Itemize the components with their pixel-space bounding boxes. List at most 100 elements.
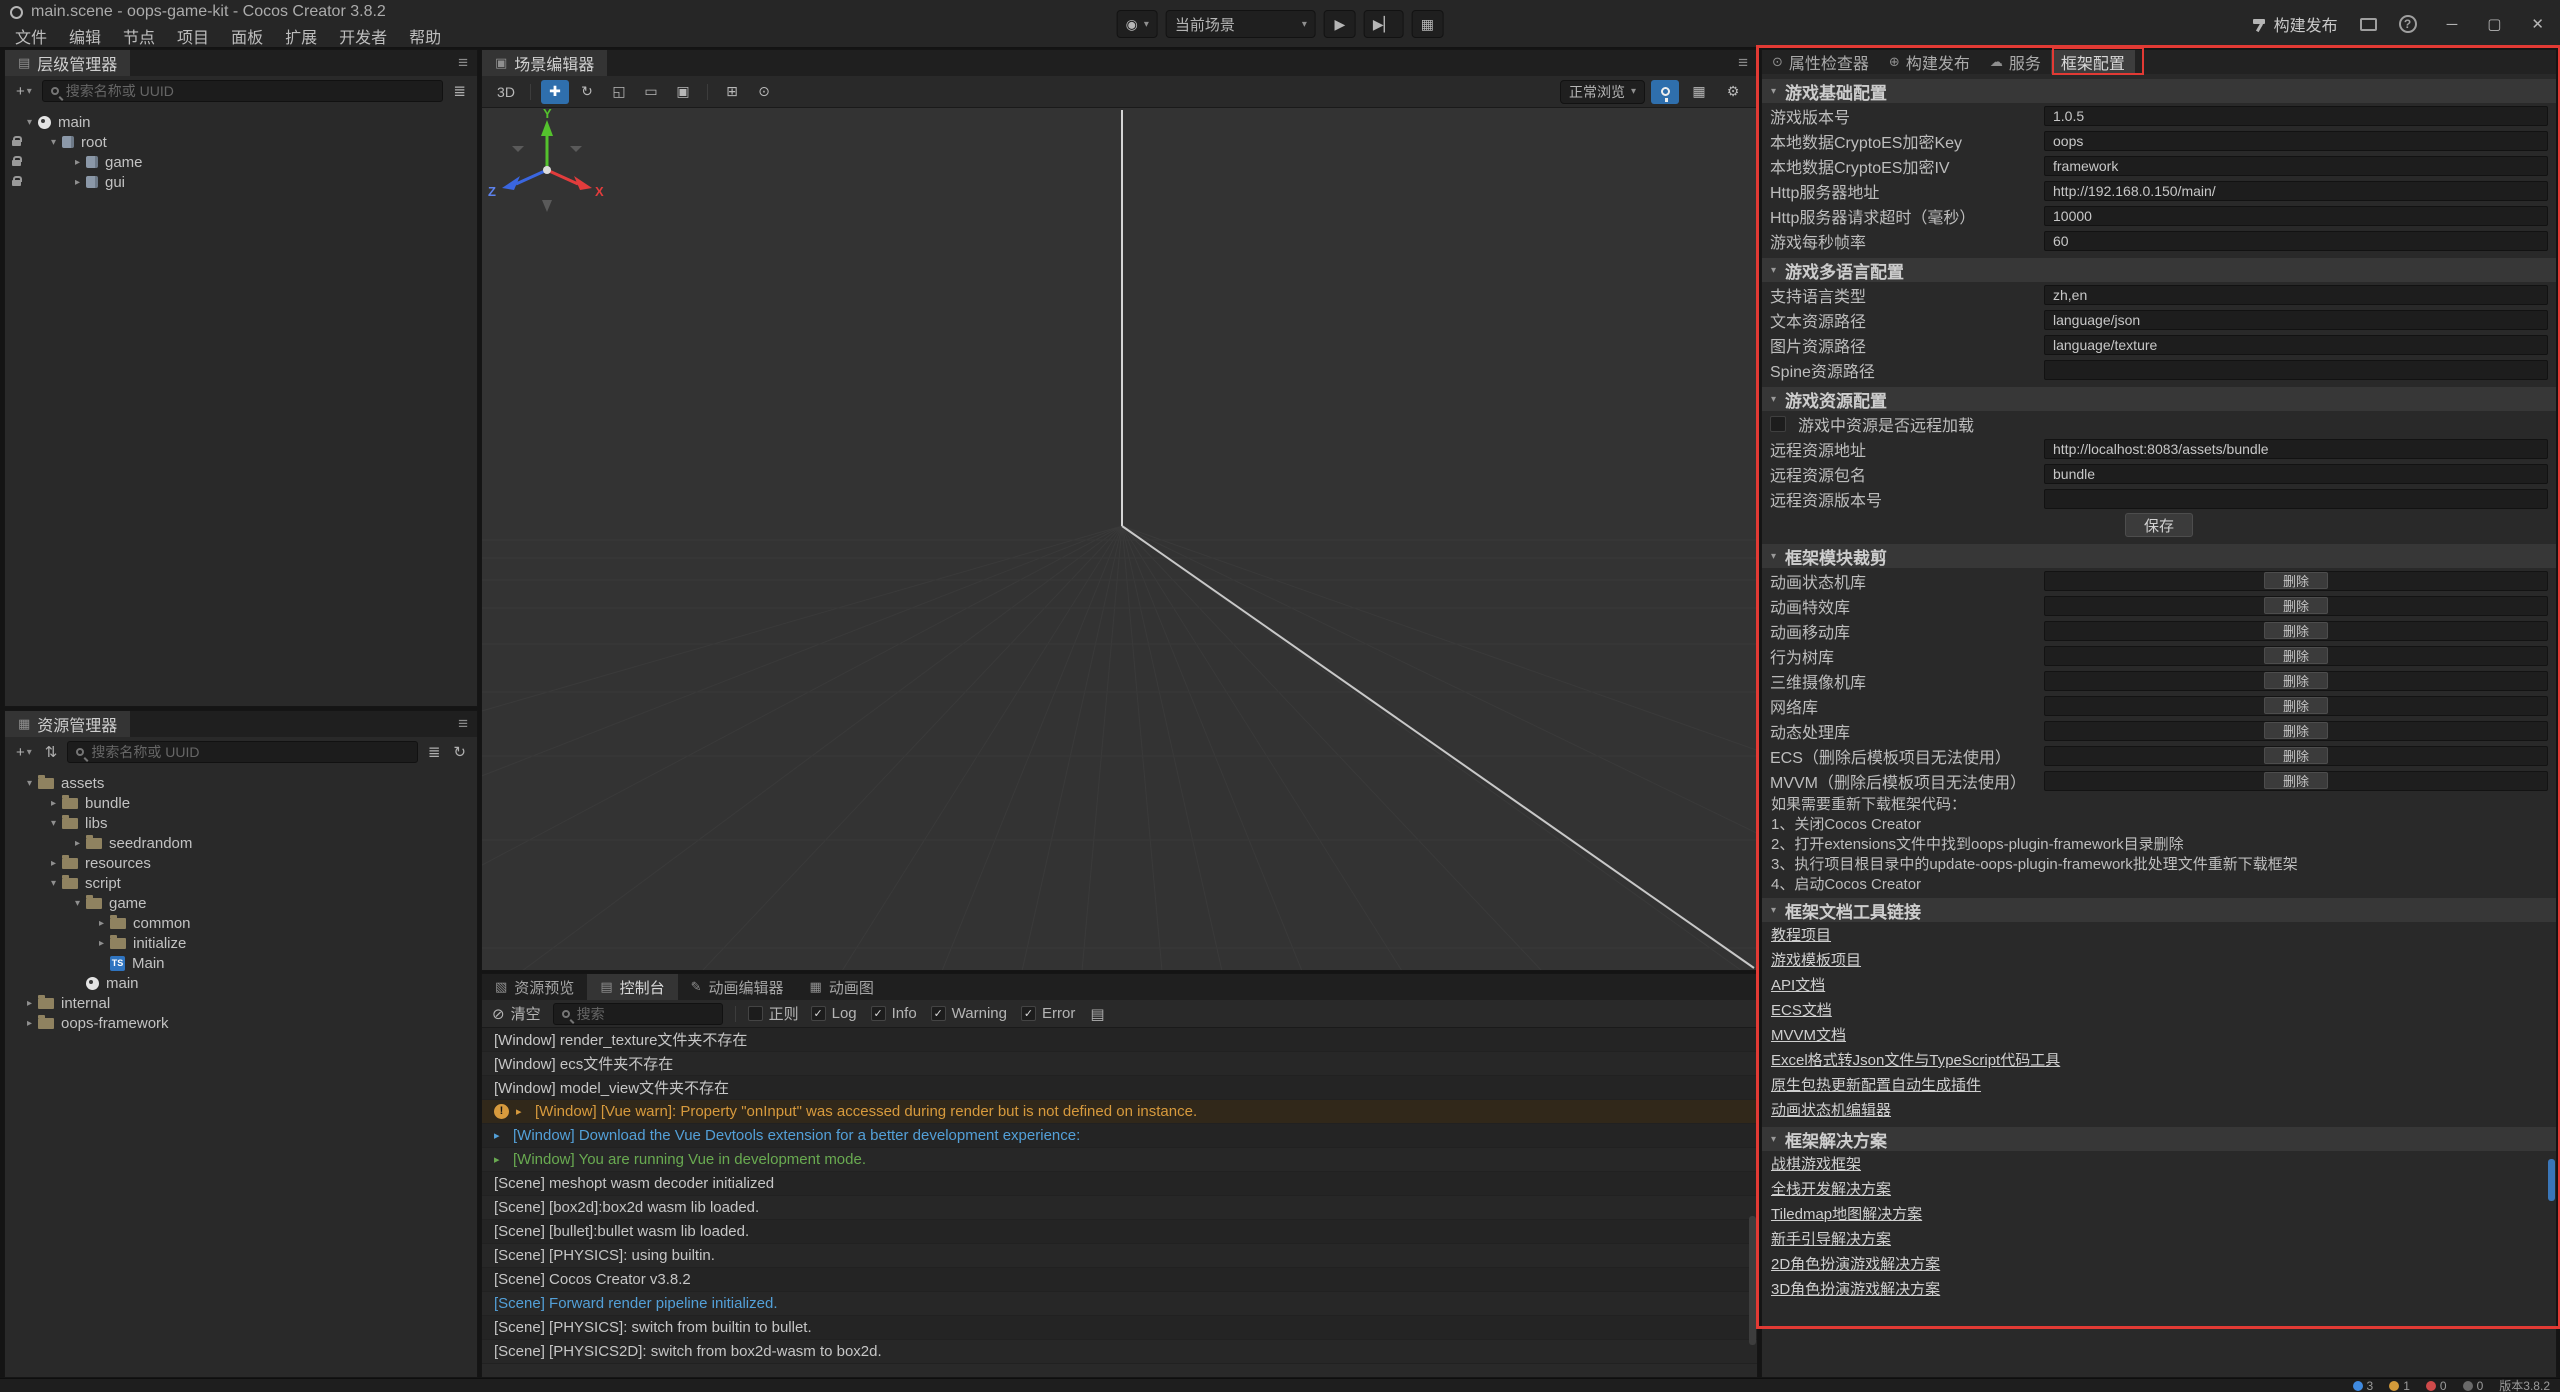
section-doc-links[interactable]: ▾ 框架文档工具链接: [1762, 898, 2556, 922]
expand-arrow-icon[interactable]: ▾: [21, 778, 38, 789]
transform-tool-button[interactable]: ▣: [669, 80, 697, 104]
solution-link[interactable]: 3D角色扮演游戏解决方案: [1771, 1278, 1940, 1299]
log-filter-checkbox[interactable]: ✓ Error: [1021, 1005, 1075, 1022]
solution-link[interactable]: 全栈开发解决方案: [1771, 1178, 1891, 1199]
log-row[interactable]: ! ▸ [Window] render_texture文件夹不存在: [482, 1028, 1757, 1052]
tree-row[interactable]: ▸ internal: [5, 993, 477, 1013]
log-row[interactable]: ! ▸ [Scene] [PHYSICS2D]: switch from box…: [482, 1340, 1757, 1364]
panel-menu-icon[interactable]: ≡: [449, 714, 477, 734]
delete-module-button[interactable]: 删除: [2264, 647, 2328, 664]
hierarchy-search[interactable]: [42, 80, 444, 102]
scene-settings-button[interactable]: ⚙: [1719, 80, 1747, 104]
minimize-button[interactable]: ─: [2447, 16, 2458, 33]
expand-arrow-icon[interactable]: ▸: [69, 838, 86, 849]
menu-item[interactable]: 扩展: [274, 24, 328, 48]
refresh-icon[interactable]: ↻: [450, 743, 469, 761]
expand-arrow-icon[interactable]: ▾: [69, 898, 86, 909]
section-language-config[interactable]: ▾ 游戏多语言配置: [1762, 258, 2556, 282]
regex-checkbox[interactable]: ✓ 正则: [748, 1003, 799, 1024]
tree-row[interactable]: ▸ initialize: [5, 933, 477, 953]
add-node-button[interactable]: +▾: [13, 83, 35, 100]
property-input[interactable]: [2044, 206, 2548, 226]
sort-icon[interactable]: ⇅: [42, 743, 61, 761]
status-count-chip[interactable]: 0: [2426, 1379, 2447, 1392]
doc-link[interactable]: 原生包热更新配置自动生成插件: [1771, 1074, 1981, 1095]
log-row[interactable]: ! ▸ [Window] You are running Vue in deve…: [482, 1148, 1757, 1172]
log-row[interactable]: ! ▸ [Window] ecs文件夹不存在: [482, 1052, 1757, 1076]
solution-link[interactable]: 新手引导解决方案: [1771, 1228, 1891, 1249]
tree-row[interactable]: ▸ gui: [5, 172, 477, 192]
scene-select-dropdown[interactable]: 当前场景 ▾: [1166, 10, 1316, 38]
inspector-tab[interactable]: ☁ 服务: [1980, 50, 2051, 74]
tree-row[interactable]: ▾ assets: [5, 773, 477, 793]
save-button[interactable]: 保存: [2125, 513, 2193, 537]
log-row[interactable]: ! ▸ [Window] [Vue warn]: Property "onInp…: [482, 1100, 1757, 1124]
log-filter-checkbox[interactable]: ✓ Warning: [931, 1005, 1007, 1022]
expand-arrow-icon[interactable]: ▸: [516, 1105, 528, 1118]
expand-arrow-icon[interactable]: ▸: [21, 1018, 38, 1029]
lock-icon[interactable]: [12, 180, 21, 186]
expand-arrow-icon[interactable]: ▸: [494, 1129, 506, 1142]
expand-arrow-icon[interactable]: ▸: [494, 1153, 506, 1166]
expand-arrow-icon[interactable]: ▸: [69, 157, 86, 168]
solution-link[interactable]: Tiledmap地图解决方案: [1771, 1203, 1922, 1224]
property-input[interactable]: [2044, 181, 2548, 201]
filter-icon[interactable]: ≣: [450, 82, 469, 100]
log-row[interactable]: ! ▸ [Scene] [PHYSICS]: using builtin.: [482, 1244, 1757, 1268]
property-input[interactable]: [2044, 439, 2548, 459]
property-input[interactable]: [2044, 231, 2548, 251]
expand-arrow-icon[interactable]: ▸: [93, 918, 110, 929]
console-scrollbar[interactable]: [1749, 1216, 1756, 1345]
expand-arrow-icon[interactable]: ▸: [45, 798, 62, 809]
section-resource-config[interactable]: ▾ 游戏资源配置: [1762, 387, 2556, 411]
tree-row[interactable]: ▸ game: [5, 152, 477, 172]
log-filter-checkbox[interactable]: ✓ Info: [871, 1005, 917, 1022]
expand-arrow-icon[interactable]: ▸: [21, 998, 38, 1009]
expand-arrow-icon[interactable]: ▸: [93, 938, 110, 949]
doc-link[interactable]: Excel格式转Json文件与TypeScript代码工具: [1771, 1049, 2060, 1070]
menu-item[interactable]: 开发者: [328, 24, 398, 48]
console-tab[interactable]: ✎ 动画编辑器: [678, 974, 797, 1000]
assets-search[interactable]: [67, 741, 417, 763]
expand-arrow-icon[interactable]: ▾: [45, 818, 62, 829]
assets-search-input[interactable]: [91, 744, 408, 760]
panel-menu-icon[interactable]: ≡: [1729, 53, 1757, 73]
tree-row[interactable]: ▸ common: [5, 913, 477, 933]
tree-row[interactable]: ▾ script: [5, 873, 477, 893]
tree-row[interactable]: main: [5, 973, 477, 993]
maximize-button[interactable]: ▢: [2487, 15, 2501, 33]
monitor-icon[interactable]: [2360, 18, 2377, 31]
help-icon[interactable]: ?: [2399, 15, 2417, 33]
doc-link[interactable]: MVVM文档: [1771, 1024, 1846, 1045]
orientation-gizmo[interactable]: Y X Z: [482, 108, 612, 238]
doc-link[interactable]: 教程项目: [1771, 924, 1831, 945]
section-module-trim[interactable]: ▾ 框架模块裁剪: [1762, 544, 2556, 568]
inspector-scrollbar-thumb[interactable]: [2548, 1159, 2555, 1201]
property-input[interactable]: [2044, 285, 2548, 305]
tree-row[interactable]: ▸ seedrandom: [5, 833, 477, 853]
expand-arrow-icon[interactable]: ▾: [45, 878, 62, 889]
delete-module-button[interactable]: 删除: [2264, 722, 2328, 739]
property-input[interactable]: [2044, 464, 2548, 484]
console-tab[interactable]: ▧ 资源预览: [482, 974, 587, 1000]
doc-link[interactable]: 动画状态机编辑器: [1771, 1099, 1891, 1120]
log-row[interactable]: ! ▸ [Scene] Cocos Creator v3.8.2: [482, 1268, 1757, 1292]
delete-module-button[interactable]: 删除: [2264, 572, 2328, 589]
play-button[interactable]: ▶: [1324, 10, 1356, 38]
log-row[interactable]: ! ▸ [Scene] [PHYSICS]: switch from built…: [482, 1316, 1757, 1340]
delete-module-button[interactable]: 删除: [2264, 597, 2328, 614]
section-solutions[interactable]: ▾ 框架解决方案: [1762, 1127, 2556, 1151]
transform-tool-button[interactable]: ◱: [605, 80, 633, 104]
layout-button[interactable]: ▦: [1411, 10, 1443, 38]
tree-row[interactable]: Main: [5, 953, 477, 973]
section-basic-config[interactable]: ▾ 游戏基础配置: [1762, 79, 2556, 103]
transform-tool-button[interactable]: ▭: [637, 80, 665, 104]
solution-link[interactable]: 战棋游戏框架: [1771, 1153, 1861, 1174]
tree-row[interactable]: ▸ oops-framework: [5, 1013, 477, 1033]
tree-row[interactable]: ▸ resources: [5, 853, 477, 873]
delete-module-button[interactable]: 删除: [2264, 697, 2328, 714]
inspector-tab[interactable]: ⊙ 属性检查器: [1762, 50, 1879, 74]
doc-link[interactable]: ECS文档: [1771, 999, 1832, 1020]
hierarchy-search-input[interactable]: [66, 83, 435, 99]
filter-icon[interactable]: ≣: [425, 743, 444, 761]
